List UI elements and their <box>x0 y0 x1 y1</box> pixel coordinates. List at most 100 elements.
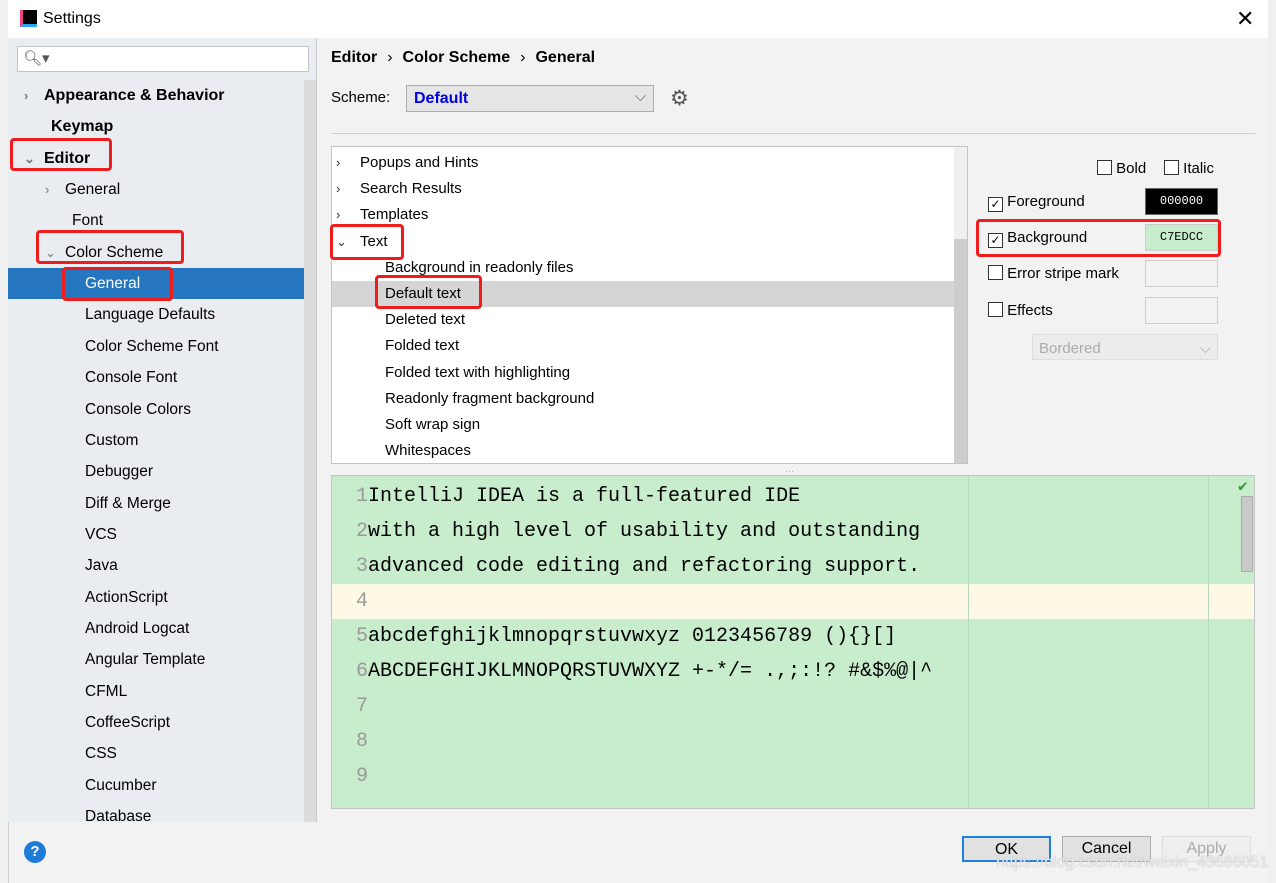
sidebar-item[interactable]: Custom <box>8 425 304 456</box>
line-number: 1 <box>355 485 368 508</box>
editor-scrollbar[interactable] <box>1241 496 1253 572</box>
tree-scrollbar[interactable] <box>954 147 967 463</box>
sidebar-item[interactable]: Console Font <box>8 362 304 393</box>
close-icon[interactable]: ✕ <box>1236 6 1254 32</box>
gear-icon[interactable]: ⚙ <box>670 86 689 111</box>
sidebar-item[interactable]: Color Scheme Font <box>8 331 304 362</box>
window-title: Settings <box>43 10 101 27</box>
intellij-logo-icon <box>20 10 37 27</box>
sidebar-item-label: Diff & Merge <box>85 494 171 512</box>
divider <box>331 133 1255 134</box>
code-line: with a high level of usability and outst… <box>368 520 921 543</box>
effects-checkbox[interactable]: Effects <box>988 302 1053 319</box>
code-line: abcdefghijklmnopqrstuvwxyz 0123456789 ()… <box>368 625 897 648</box>
tree-item[interactable]: Folded text <box>332 333 954 359</box>
tree-item-label: Soft wrap sign <box>385 416 481 433</box>
bold-checkbox[interactable]: Bold <box>1097 160 1146 177</box>
tree-item[interactable]: Soft wrap sign <box>332 412 954 438</box>
sidebar-item-label: VCS <box>85 525 117 543</box>
sidebar-item[interactable]: CoffeeScript <box>8 707 304 738</box>
sidebar-item[interactable]: Diff & Merge <box>8 488 304 519</box>
sidebar-item-label: Color Scheme Font <box>85 337 219 355</box>
tree-item-label: Folded text <box>385 337 460 355</box>
sidebar-item-label: Debugger <box>85 463 154 481</box>
scheme-label: Scheme: <box>331 89 391 106</box>
sidebar-item[interactable]: Language Defaults <box>8 299 304 330</box>
chevron-down-icon: ⌵ <box>634 88 646 105</box>
sidebar-item-label: Console Colors <box>85 400 191 418</box>
sidebar-item-label: ActionScript <box>85 588 168 606</box>
foreground-label: Foreground <box>1007 193 1085 210</box>
chevron-right-icon[interactable]: › <box>336 150 360 176</box>
effects-swatch[interactable] <box>1145 297 1218 324</box>
sidebar-item[interactable]: Console Colors <box>8 394 304 425</box>
tree-item[interactable]: Folded text with highlighting <box>332 360 954 386</box>
sidebar-item[interactable]: CFML <box>8 676 304 707</box>
tree-item[interactable]: ⌄ Text <box>332 229 954 255</box>
sidebar-item[interactable]: › General <box>8 174 304 205</box>
help-button[interactable]: ? <box>24 841 46 863</box>
effects-type-select[interactable]: Bordered ⌵ <box>1032 334 1218 360</box>
sidebar-item-label: General <box>65 181 121 199</box>
tree-item[interactable]: Deleted text <box>332 307 954 333</box>
sidebar-item-label: Android Logcat <box>85 619 190 637</box>
italic-checkbox[interactable]: Italic <box>1164 160 1214 177</box>
line-number: 3 <box>355 555 368 578</box>
sidebar-item-label: Console Font <box>85 369 178 387</box>
sidebar-scrollbar[interactable] <box>304 80 316 822</box>
tree-item-label: Folded text with highlighting <box>385 363 571 381</box>
highlight-box <box>36 230 184 264</box>
sidebar-item[interactable]: Java <box>8 550 304 581</box>
breadcrumb-item[interactable]: Color Scheme <box>403 49 511 66</box>
tree-item-label: Deleted text <box>385 311 466 329</box>
sidebar-item[interactable]: Cucumber <box>8 770 304 801</box>
line-number: 8 <box>355 730 368 753</box>
error-stripe-swatch[interactable] <box>1145 260 1218 287</box>
chevron-right-icon[interactable]: › <box>336 176 360 202</box>
sidebar-item[interactable]: Debugger <box>8 456 304 487</box>
highlight-box <box>976 219 1221 257</box>
search-input[interactable]: 🔍︎▾ <box>17 46 309 72</box>
error-stripe-label: Error stripe mark <box>1007 265 1119 282</box>
sidebar-item-label: Cucumber <box>85 776 157 794</box>
check-icon: ✔ <box>1238 478 1248 496</box>
line-number: 4 <box>355 590 368 613</box>
tree-item[interactable]: Whitespaces <box>332 438 954 463</box>
tree-item[interactable]: › Search Results <box>332 176 954 202</box>
sidebar-item-label: Language Defaults <box>85 306 216 324</box>
tree-item[interactable]: › Popups and Hints <box>332 150 954 176</box>
code-line: advanced code editing and refactoring su… <box>368 555 921 578</box>
scheme-select[interactable]: Default ⌵ <box>406 85 654 112</box>
gutter-line <box>1208 476 1209 808</box>
line-number: 5 <box>355 625 368 648</box>
watermark: https://blog.csdn.net/weixin_43666051 <box>996 854 1269 871</box>
chevron-right-icon: › <box>24 88 29 103</box>
breadcrumb: Editor › Color Scheme › General <box>331 49 596 66</box>
tree-item[interactable]: Readonly fragment background <box>332 386 954 412</box>
sidebar-item[interactable]: Angular Template <box>8 644 304 675</box>
preview-editor[interactable]: 1 IntelliJ IDEA is a full-featured IDE 2 wi… <box>331 475 1255 809</box>
sidebar-item-label: Custom <box>85 431 139 449</box>
sidebar-item[interactable]: Android Logcat <box>8 613 304 644</box>
sidebar-item[interactable]: › Appearance & Behavior <box>8 80 304 111</box>
highlight-box <box>330 224 404 260</box>
chevron-right-icon: › <box>45 182 50 198</box>
sidebar-item[interactable]: Database <box>8 801 304 832</box>
sidebar-item[interactable]: VCS <box>8 519 304 550</box>
breadcrumb-item[interactable]: Editor <box>331 49 377 66</box>
line-number: 7 <box>355 695 368 718</box>
foreground-color-swatch[interactable]: 000000 <box>1145 188 1218 215</box>
tree-item-label: Readonly fragment background <box>385 389 595 407</box>
code-line: ABCDEFGHIJKLMNOPQRSTUVWXYZ +-*/= .,;:!? … <box>368 660 933 683</box>
tree-item[interactable]: › Templates <box>332 202 954 228</box>
sidebar-item[interactable]: CSS <box>8 738 304 769</box>
gutter-line <box>968 476 969 808</box>
line-number: 6 <box>355 660 368 683</box>
effects-label: Effects <box>1007 302 1053 319</box>
highlight-box <box>375 275 482 309</box>
search-icon: 🔍︎▾ <box>23 50 50 67</box>
error-stripe-checkbox[interactable]: Error stripe mark <box>988 265 1119 282</box>
sidebar-item-label: CoffeeScript <box>85 714 171 731</box>
sidebar-item[interactable]: ActionScript <box>8 582 304 613</box>
foreground-checkbox[interactable]: ✓ Foreground <box>988 193 1085 212</box>
